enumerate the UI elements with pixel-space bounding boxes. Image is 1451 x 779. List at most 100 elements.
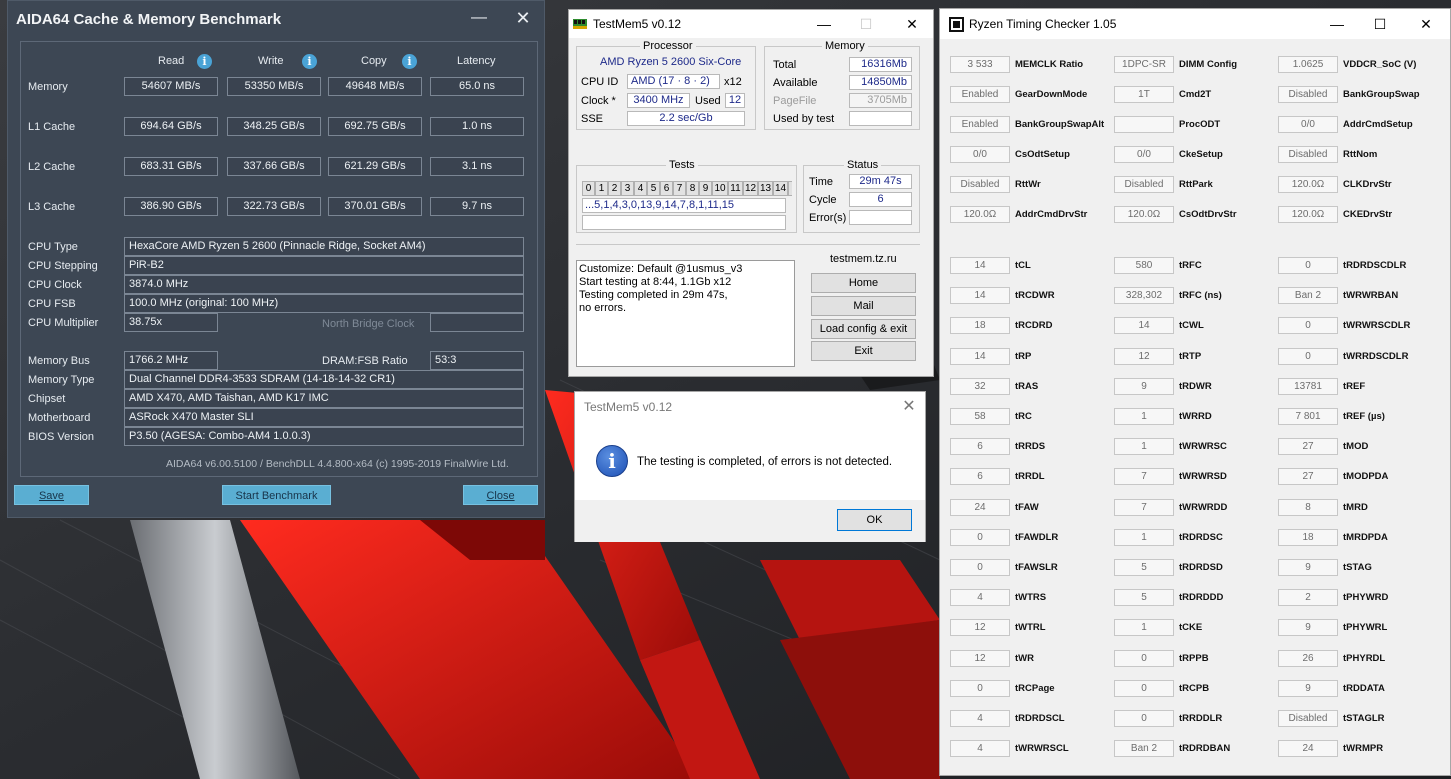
timing-value: 7 <box>1114 498 1174 516</box>
timing-value: 7 801 <box>1278 408 1338 425</box>
close-button[interactable]: Close <box>463 485 538 505</box>
timing-value: 1DPC-SR <box>1114 56 1174 73</box>
row-label: L3 Cache <box>28 201 76 213</box>
timing-label: tCKE <box>1179 622 1203 634</box>
timing-value: 0 <box>1278 257 1338 274</box>
home-button[interactable]: Home <box>811 273 916 293</box>
save-button[interactable]: Save <box>14 485 89 505</box>
latency-value: 9.7 ns <box>430 197 524 216</box>
timing-label: tSTAG <box>1343 562 1372 573</box>
close-icon[interactable]: ✕ <box>897 11 927 37</box>
timing-label: tWRWRSCDLR <box>1343 320 1411 332</box>
timing-label: CkeSetup <box>1179 149 1223 160</box>
minimize-button[interactable]: — <box>809 11 839 37</box>
timing-value: 0 <box>1278 317 1338 335</box>
timing-label: tRRDDLR <box>1179 713 1223 724</box>
website-label: testmem.tz.ru <box>830 253 897 265</box>
timing-label: tRRDS <box>1015 441 1046 453</box>
test-cell: 5 <box>647 181 660 196</box>
used-value: 12 <box>725 93 745 108</box>
timing-value: 0 <box>950 559 1010 576</box>
timing-value: Disabled <box>1114 176 1174 193</box>
memory-group-title: Memory <box>822 40 868 52</box>
timing-label: CsOdtSetup <box>1015 149 1070 160</box>
timing-label: tRDWR <box>1179 380 1212 392</box>
info-value-cpu-fsb: 100.0 MHz (original: 100 MHz) <box>124 294 524 313</box>
timing-value: 120.0Ω <box>1278 176 1338 193</box>
separator <box>576 244 920 245</box>
test-cell: 3 <box>621 181 634 196</box>
write-value: 322.73 GB/s <box>227 197 321 216</box>
test-cell: 14 <box>773 181 788 196</box>
save-button-label: Save <box>38 490 65 502</box>
timing-label: DIMM Config <box>1179 59 1238 70</box>
cycle-value: 6 <box>849 192 912 207</box>
write-value: 337.66 GB/s <box>227 157 321 176</box>
test-cell: 13 <box>758 181 773 196</box>
timing-label: AddrCmdDrvStr <box>1015 209 1088 220</box>
timing-label: GearDownMode <box>1015 89 1088 100</box>
timing-label: tMODPDA <box>1343 471 1389 483</box>
timing-value: 24 <box>950 498 1010 516</box>
row-label: L1 Cache <box>28 121 76 133</box>
maximize-button[interactable]: ☐ <box>851 11 881 37</box>
status-group-title: Status <box>844 159 882 171</box>
close-icon[interactable]: ✕ <box>1411 11 1441 37</box>
timing-label: CsOdtDrvStr <box>1179 209 1237 220</box>
timing-value: 5 <box>1114 589 1174 607</box>
used-by-test-label: Used by test <box>773 113 835 125</box>
timing-label: tWRRD <box>1179 411 1212 422</box>
read-info-icon[interactable]: i <box>197 54 212 69</box>
timing-value: 7 <box>1114 468 1174 486</box>
load-config-exit-button[interactable]: Load config & exit <box>811 319 916 339</box>
timing-value: 1.0625 <box>1278 56 1338 73</box>
rtc-titlebar[interactable]: Ryzen Timing Checker 1.05 — ☐ ✕ <box>940 9 1450 39</box>
test-cell: 12 <box>743 181 758 196</box>
test-cell: 7 <box>673 181 686 196</box>
start-benchmark-button[interactable]: Start Benchmark <box>222 485 331 505</box>
copyright-footer: AIDA64 v6.00.5100 / BenchDLL 4.4.800-x64… <box>166 458 509 470</box>
timing-value: Enabled <box>950 86 1010 103</box>
north-bridge-clock-label: North Bridge Clock <box>322 318 415 330</box>
north-bridge-clock-value <box>430 313 524 332</box>
timing-value: 8 <box>1278 498 1338 516</box>
aida64-titlebar[interactable]: AIDA64 Cache & Memory Benchmark — ✕ <box>8 1 544 37</box>
dialog-title: TestMem5 v0.12 <box>584 400 673 414</box>
timing-label: tPHYRDL <box>1343 652 1386 664</box>
close-icon[interactable]: ✕ <box>510 7 536 29</box>
time-label: Time <box>809 176 834 188</box>
testmem5-window: TestMem5 v0.12 — ☐ ✕ Processor AMD Ryzen… <box>568 9 934 377</box>
info-label-memory-type: Memory Type <box>28 374 95 386</box>
timing-label: tWTRS <box>1015 592 1047 604</box>
timing-value: 4 <box>950 589 1010 607</box>
timing-value: 14 <box>950 257 1010 274</box>
test-progress-bar <box>582 215 786 230</box>
cpu-id-multiplier: x12 <box>724 76 742 88</box>
exit-button[interactable]: Exit <box>811 341 916 361</box>
minimize-button[interactable]: — <box>1322 11 1352 37</box>
test-cell <box>788 181 792 196</box>
copy-info-icon[interactable]: i <box>402 54 417 69</box>
timing-value: 0 <box>1114 649 1174 667</box>
timing-value: 12 <box>1114 347 1174 365</box>
timing-label: tWRWRSCL <box>1015 743 1069 755</box>
timing-value: 0 <box>1114 710 1174 727</box>
timing-value: 0 <box>1278 347 1338 365</box>
test-cell: 10 <box>712 181 728 196</box>
timing-label: RttNom <box>1343 149 1378 160</box>
info-value-memory-type: Dual Channel DDR4-3533 SDRAM (14-18-14-3… <box>124 370 524 389</box>
write-info-icon[interactable]: i <box>302 54 317 69</box>
tests-group-title: Tests <box>666 159 698 171</box>
timing-label: tRFC <box>1179 260 1202 271</box>
timing-value: 14 <box>950 287 1010 305</box>
test-cell: 11 <box>728 181 743 196</box>
ok-button[interactable]: OK <box>837 509 912 531</box>
info-value-motherboard: ASRock X470 Master SLI <box>124 408 524 427</box>
minimize-button[interactable]: — <box>466 7 492 29</box>
close-icon[interactable]: ✕ <box>897 394 921 420</box>
testmem5-titlebar[interactable]: TestMem5 v0.12 — ☐ ✕ <box>569 10 933 38</box>
row-label: L2 Cache <box>28 161 76 173</box>
mail-button[interactable]: Mail <box>811 296 916 316</box>
timing-label: tRCPB <box>1179 682 1210 694</box>
maximize-button[interactable]: ☐ <box>1365 11 1395 37</box>
